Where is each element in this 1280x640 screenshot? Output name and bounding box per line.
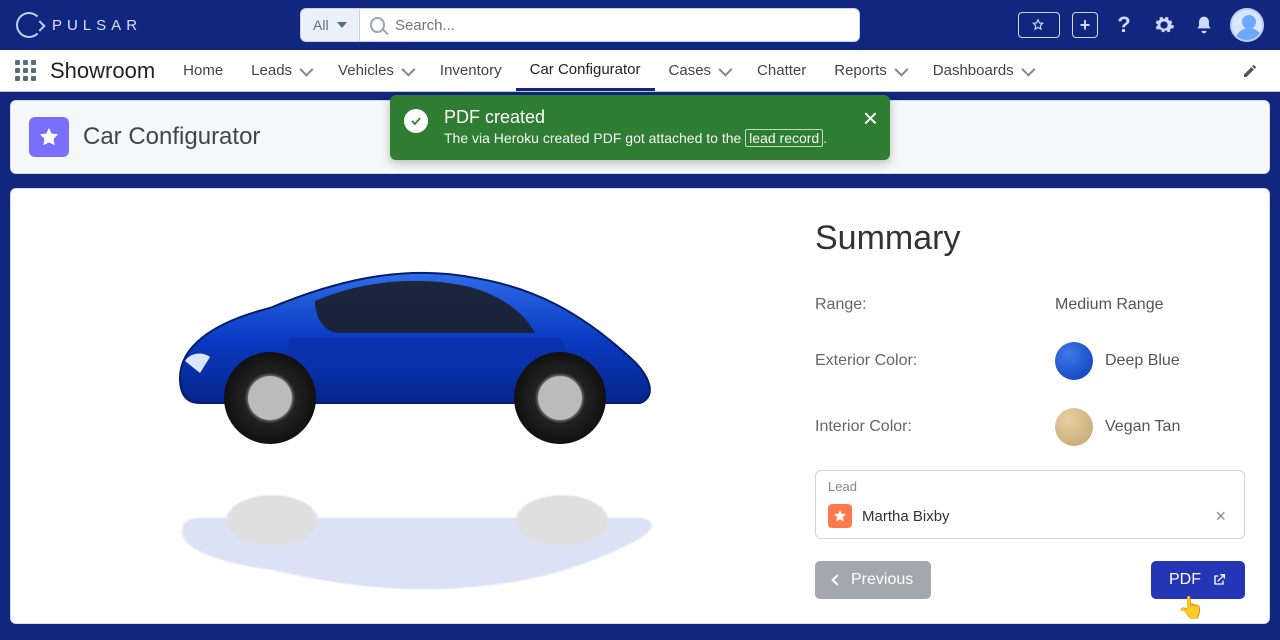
logo-icon <box>16 12 42 38</box>
nav-item-leads[interactable]: Leads <box>237 50 324 91</box>
export-icon <box>1211 572 1227 588</box>
toast-body: The via Heroku created PDF got attached … <box>444 130 842 146</box>
lead-name: Martha Bixby <box>862 508 1199 525</box>
nav-label: Leads <box>251 62 292 79</box>
lead-selected: Martha Bixby × <box>822 500 1238 532</box>
global-header: PULSAR All + ? <box>0 0 1280 50</box>
user-avatar[interactable] <box>1230 8 1264 42</box>
chevron-down-icon <box>337 22 347 28</box>
button-row: Previous PDF 👆 <box>815 561 1245 599</box>
toast-success: PDF created The via Heroku created PDF g… <box>390 95 890 160</box>
chevron-down-icon <box>894 62 908 76</box>
button-label: Previous <box>851 571 913 589</box>
page-header-icon <box>29 117 69 157</box>
nav-item-cases[interactable]: Cases <box>655 50 744 91</box>
help-button[interactable]: ? <box>1110 11 1138 39</box>
lead-icon <box>828 504 852 528</box>
car-reflection <box>142 490 682 606</box>
spec-value: Deep Blue <box>1105 352 1180 370</box>
search-field <box>360 9 859 41</box>
nav-item-car-configurator[interactable]: Car Configurator <box>516 50 655 91</box>
toast-link[interactable]: lead record <box>745 129 823 147</box>
waffle-icon <box>15 60 36 81</box>
spec-label: Range: <box>815 296 1055 314</box>
page-title: Car Configurator <box>83 123 260 151</box>
spec-range: Range: Medium Range <box>815 282 1245 328</box>
previous-button[interactable]: Previous <box>815 561 931 599</box>
toast-body-suffix: . <box>823 130 827 146</box>
pencil-icon <box>1242 63 1258 79</box>
notifications-button[interactable] <box>1190 11 1218 39</box>
nav-label: Dashboards <box>933 62 1014 79</box>
spec-interior: Interior Color: Vegan Tan <box>815 394 1245 460</box>
nav-item-home[interactable]: Home <box>169 50 237 91</box>
bell-icon <box>1194 15 1214 35</box>
app-name: Showroom <box>40 50 169 91</box>
chevron-down-icon <box>718 62 732 76</box>
search-input[interactable] <box>395 17 849 34</box>
lead-lookup[interactable]: Lead Martha Bixby × <box>815 470 1245 539</box>
nav-label: Home <box>183 62 223 79</box>
spec-label: Exterior Color: <box>815 352 1055 370</box>
app-launcher-button[interactable] <box>10 50 40 91</box>
star-icon <box>38 126 60 148</box>
chevron-left-icon <box>831 574 842 585</box>
nav-item-inventory[interactable]: Inventory <box>426 50 516 91</box>
summary-panel: Summary Range: Medium Range Exterior Col… <box>815 213 1245 599</box>
favorites-button[interactable] <box>1018 12 1060 38</box>
nav-label: Chatter <box>757 62 806 79</box>
spec-label: Interior Color: <box>815 418 1055 436</box>
content-panel: Summary Range: Medium Range Exterior Col… <box>10 188 1270 624</box>
global-search: All <box>300 8 860 42</box>
spec-exterior: Exterior Color: Deep Blue <box>815 328 1245 394</box>
star-icon <box>1031 18 1045 32</box>
add-button[interactable]: + <box>1072 12 1098 38</box>
spec-value: Vegan Tan <box>1105 418 1180 436</box>
nav-label: Reports <box>834 62 887 79</box>
page-header: Car Configurator PDF created The via Her… <box>10 100 1270 174</box>
pdf-button[interactable]: PDF <box>1151 561 1245 599</box>
car-preview <box>35 213 785 599</box>
search-scope-label: All <box>313 17 329 33</box>
toast-title: PDF created <box>444 107 842 128</box>
chevron-down-icon <box>299 62 313 76</box>
button-label: PDF <box>1169 571 1201 589</box>
nav-item-vehicles[interactable]: Vehicles <box>324 50 426 91</box>
chevron-down-icon <box>1021 62 1035 76</box>
nav-edit-button[interactable] <box>1230 50 1270 91</box>
nav-label: Inventory <box>440 62 502 79</box>
toast-close-button[interactable]: × <box>863 105 878 131</box>
nav-label: Car Configurator <box>530 61 641 78</box>
nav-label: Vehicles <box>338 62 394 79</box>
toast-body-prefix: The via Heroku created PDF got attached … <box>444 130 745 146</box>
gear-icon <box>1153 14 1175 36</box>
header-actions: + ? <box>1018 8 1264 42</box>
brand-name: PULSAR <box>52 17 142 34</box>
check-circle-icon <box>404 109 428 133</box>
chevron-down-icon <box>401 62 415 76</box>
search-icon <box>370 17 385 33</box>
search-scope-dropdown[interactable]: All <box>301 9 360 41</box>
nav-label: Cases <box>669 62 712 79</box>
summary-title: Summary <box>815 219 1245 258</box>
nav-item-chatter[interactable]: Chatter <box>743 50 820 91</box>
lead-clear-button[interactable]: × <box>1209 506 1232 527</box>
nav-item-dashboards[interactable]: Dashboards <box>919 50 1046 91</box>
car-image <box>140 243 680 453</box>
settings-button[interactable] <box>1150 11 1178 39</box>
nav-bar: Showroom Home Leads Vehicles Inventory C… <box>0 50 1280 92</box>
brand-logo[interactable]: PULSAR <box>16 12 142 38</box>
color-swatch-interior <box>1055 408 1093 446</box>
nav-item-reports[interactable]: Reports <box>820 50 919 91</box>
lead-label: Lead <box>822 477 1238 500</box>
color-swatch-exterior <box>1055 342 1093 380</box>
spec-value: Medium Range <box>1055 296 1164 314</box>
